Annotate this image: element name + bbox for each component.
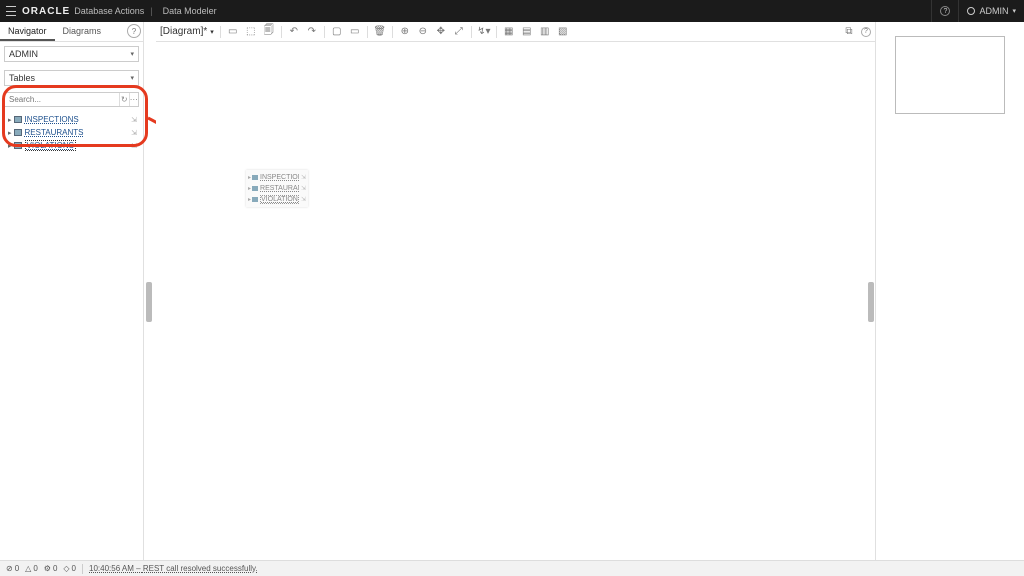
expand-icon[interactable]: ▸: [8, 142, 12, 150]
ghost-label: VIOLATIONS: [260, 195, 299, 204]
pin-icon: ⇲: [301, 196, 306, 203]
tree-item-violations[interactable]: ▸ VIOLATIONS ⇲: [2, 139, 141, 152]
undo-icon[interactable]: ↶: [288, 26, 300, 38]
preview-icon[interactable]: ⧉: [843, 26, 855, 38]
editor-area: [Diagram]* ▾ ▭ ⬚ 🗐 ↶ ↷ ▢ ▭ 🗑 ⊕ ⊖ ✥ ⤢ ↯▾ …: [156, 22, 876, 560]
user-menu[interactable]: ADMIN ▾: [958, 0, 1024, 22]
status-info[interactable]: ⚙ 0: [44, 564, 58, 573]
export-icon[interactable]: ▥: [539, 26, 551, 38]
sidebar: Navigator Diagrams ? ADMIN Tables ↻ ⋯ ▸ …: [0, 22, 144, 560]
table-icon: [252, 197, 258, 202]
document-title: [Diagram]*: [160, 26, 207, 37]
editor-toolbar: [Diagram]* ▾ ▭ ⬚ 🗐 ↶ ↷ ▢ ▭ 🗑 ⊕ ⊖ ✥ ⤢ ↯▾ …: [156, 22, 875, 42]
left-splitter[interactable]: [146, 282, 152, 322]
table-icon: [14, 142, 22, 149]
section-name: Data Modeler: [163, 6, 217, 16]
object-type-select[interactable]: Tables: [4, 70, 139, 86]
tree-item-restaurants[interactable]: ▸ RESTAURANTS ⇲: [2, 126, 141, 139]
schema-select[interactable]: ADMIN: [4, 46, 139, 62]
main-area: Navigator Diagrams ? ADMIN Tables ↻ ⋯ ▸ …: [0, 22, 1024, 560]
diagram-canvas[interactable]: ▸ INSPECTIONS ⇲ ▸ RESTAURANTS ⇲ ▸ VIOLAT…: [156, 42, 875, 560]
ghost-label: RESTAURANTS: [260, 185, 299, 192]
table-icon: [14, 116, 22, 123]
help-icon: ?: [940, 6, 950, 16]
running-icon: ◇: [63, 564, 69, 573]
ddl-icon[interactable]: ▦: [503, 26, 515, 38]
warning-icon: △: [25, 564, 31, 573]
tree-item-inspections[interactable]: ▸ INSPECTIONS ⇲: [2, 113, 141, 126]
zoom-out-icon[interactable]: ⊖: [417, 26, 429, 38]
user-icon: [967, 7, 975, 15]
expand-icon[interactable]: ▸: [8, 116, 12, 124]
brand-logo: ORACLE: [22, 6, 70, 17]
pin-icon: ⇲: [301, 174, 306, 181]
search-more-icon[interactable]: ⋯: [129, 93, 139, 106]
ghost-item: ▸ RESTAURANTS ⇲: [248, 183, 306, 194]
save-icon[interactable]: ▭: [227, 26, 239, 38]
help-button[interactable]: ?: [931, 0, 958, 22]
settings-icon[interactable]: ▧: [557, 26, 569, 38]
sidebar-help-icon[interactable]: ?: [127, 24, 141, 38]
info-icon: ⚙: [44, 564, 51, 573]
redo-icon[interactable]: ↷: [306, 26, 318, 38]
expand-icon[interactable]: ▸: [8, 129, 12, 137]
right-panel: [876, 22, 1024, 560]
top-header: ORACLE Database Actions | Data Modeler ?…: [0, 0, 1024, 22]
auto-layout-icon[interactable]: ↯▾: [478, 26, 490, 38]
fit-icon[interactable]: ✥: [435, 26, 447, 38]
delete-icon[interactable]: 🗑: [374, 26, 386, 38]
tab-diagrams[interactable]: Diagrams: [55, 22, 110, 41]
chevron-down-icon: ▾: [210, 28, 214, 36]
menu-icon[interactable]: [6, 6, 16, 16]
ghost-label: INSPECTIONS: [260, 174, 299, 181]
refresh-icon[interactable]: ↻: [119, 93, 129, 106]
tree-label[interactable]: INSPECTIONS: [25, 115, 79, 124]
note2-icon[interactable]: ▭: [349, 26, 361, 38]
status-errors[interactable]: ⊘ 0: [6, 564, 19, 573]
tree-label[interactable]: RESTAURANTS: [25, 128, 84, 137]
pin-icon[interactable]: ⇲: [131, 142, 137, 150]
report-icon[interactable]: ▤: [521, 26, 533, 38]
search-row: ↻ ⋯: [4, 92, 139, 107]
zoom-in-icon[interactable]: ⊕: [399, 26, 411, 38]
document-tab[interactable]: [Diagram]* ▾: [160, 26, 214, 37]
fullscreen-icon[interactable]: ⤢: [453, 26, 465, 38]
right-splitter[interactable]: [868, 282, 874, 322]
pin-icon[interactable]: ⇲: [131, 116, 137, 124]
status-message[interactable]: 10:40:56 AM – REST call resolved success…: [89, 564, 258, 573]
tab-navigator[interactable]: Navigator: [0, 22, 55, 41]
user-name: ADMIN: [979, 6, 1008, 16]
error-icon: ⊘: [6, 564, 13, 573]
status-warnings[interactable]: △ 0: [25, 564, 38, 573]
table-icon: [252, 186, 258, 191]
object-tree: ▸ INSPECTIONS ⇲ ▸ RESTAURANTS ⇲ ▸ VIOLAT…: [0, 109, 143, 156]
save-all-icon[interactable]: ⬚: [245, 26, 257, 38]
chevron-down-icon: ▾: [1012, 7, 1016, 15]
schema-select-value: ADMIN: [9, 49, 38, 59]
print-icon[interactable]: 🗐: [263, 26, 275, 38]
object-type-value: Tables: [9, 73, 35, 83]
table-icon: [252, 175, 258, 180]
drag-ghost: ▸ INSPECTIONS ⇲ ▸ RESTAURANTS ⇲ ▸ VIOLAT…: [246, 170, 308, 207]
toolbar-help-icon[interactable]: ?: [861, 27, 871, 37]
side-tabs: Navigator Diagrams ?: [0, 22, 143, 42]
separator: |: [150, 6, 152, 16]
minimap[interactable]: [895, 36, 1005, 114]
tree-label[interactable]: VIOLATIONS: [25, 140, 76, 151]
search-input[interactable]: [9, 95, 119, 104]
ghost-item: ▸ VIOLATIONS ⇲: [248, 194, 306, 205]
status-running[interactable]: ◇ 0: [63, 564, 76, 573]
ghost-item: ▸ INSPECTIONS ⇲: [248, 172, 306, 183]
pin-icon: ⇲: [301, 185, 306, 192]
table-icon: [14, 129, 22, 136]
status-bar: ⊘ 0 △ 0 ⚙ 0 ◇ 0 10:40:56 AM – REST call …: [0, 560, 1024, 576]
pin-icon[interactable]: ⇲: [131, 129, 137, 137]
note-icon[interactable]: ▢: [331, 26, 343, 38]
app-name: Database Actions: [74, 6, 144, 16]
